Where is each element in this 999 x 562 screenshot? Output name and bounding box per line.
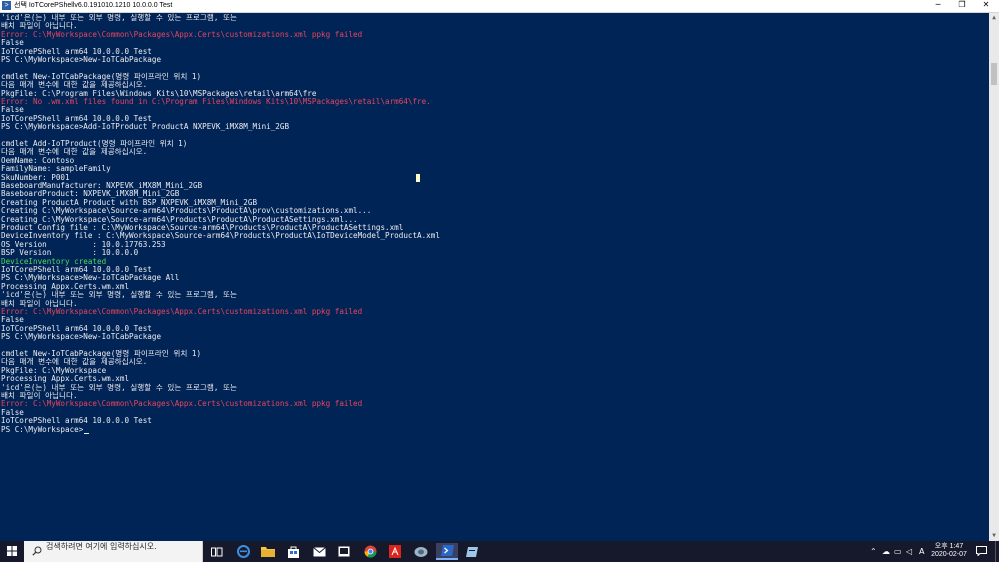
console-error-line: Error: C:\MyWorkspace\Common\Packages\Ap… [1, 29, 363, 39]
powershell-icon[interactable] [436, 543, 458, 560]
scroll-up-arrow-icon[interactable]: ▲ [989, 13, 999, 23]
console-line: PS C:\MyWorkspace> [1, 425, 90, 434]
console-line: PS C:\MyWorkspace>Add-IoTProduct Product… [1, 122, 290, 132]
taskbar: 검색하려면 여기에 입력하십시오. ⌃ ☁ ▭ ◁ A 오후 1:47 2020… [0, 541, 999, 562]
scroll-down-arrow-icon[interactable]: ▼ [989, 531, 999, 541]
task-view-icon[interactable] [206, 543, 228, 560]
console-output[interactable]: 'icd'은(는) 내부 또는 외부 명령, 실행할 수 있는 프로그램, 또는… [0, 13, 989, 541]
console-line: PS C:\MyWorkspace>New-IoTCabPackage [1, 55, 162, 64]
minimize-button[interactable]: ─ [926, 0, 950, 12]
action-center-icon[interactable] [976, 546, 987, 556]
vertical-scrollbar[interactable]: ▲ ▼ [989, 13, 999, 541]
store-icon[interactable] [282, 543, 304, 560]
search-icon [32, 546, 42, 556]
window-title-bar[interactable]: > 선택 IoTCorePShellv6.0.191010.1210 10.0.… [0, 0, 999, 13]
scrollbar-thumb[interactable] [991, 63, 997, 85]
acrobat-icon[interactable] [384, 543, 406, 560]
console-error-line: Error: C:\MyWorkspace\Common\Packages\Ap… [1, 399, 363, 409]
window-title: 선택 IoTCorePShellv6.0.191010.1210 10.0.0.… [14, 2, 173, 9]
text-cursor [84, 432, 90, 434]
close-button[interactable]: ✕ [974, 0, 998, 12]
windows-logo-icon [7, 546, 17, 556]
mail-icon[interactable] [308, 543, 330, 560]
chrome-icon[interactable] [359, 543, 381, 560]
app-icon[interactable] [461, 543, 483, 560]
powershell-app-icon: > [2, 1, 11, 10]
search-placeholder: 검색하려면 여기에 입력하십시오. [46, 542, 157, 551]
volume-icon[interactable]: ◁ [906, 547, 912, 557]
file-explorer-icon[interactable] [257, 543, 279, 560]
network-tool-icon[interactable] [410, 543, 432, 560]
console-error-line: Error: C:\MyWorkspace\Common\Packages\Ap… [1, 307, 363, 316]
show-desktop-button[interactable] [995, 541, 999, 562]
taskbar-search-box[interactable]: 검색하려면 여기에 입력하십시오. [24, 541, 203, 562]
start-button[interactable] [0, 541, 24, 562]
input-language[interactable]: A [919, 547, 924, 557]
edge-icon[interactable] [232, 543, 254, 560]
restore-button[interactable]: ❐ [950, 0, 974, 12]
console-line: PS C:\MyWorkspace>New-IoTCabPackage [1, 332, 162, 342]
console-error-line: Error: No .wm.xml files found in C:\Prog… [1, 97, 431, 106]
clock[interactable]: 오후 1:47 2020-02-07 [928, 543, 970, 559]
network-icon[interactable]: ▭ [894, 547, 902, 557]
tablet-app-icon[interactable] [333, 543, 355, 560]
clock-time: 오후 1:47 [934, 543, 964, 550]
cloud-icon[interactable]: ☁ [882, 547, 890, 557]
clock-date: 2020-02-07 [931, 551, 967, 558]
text-selection-caret [416, 174, 420, 182]
chevron-up-icon[interactable]: ⌃ [870, 547, 877, 557]
